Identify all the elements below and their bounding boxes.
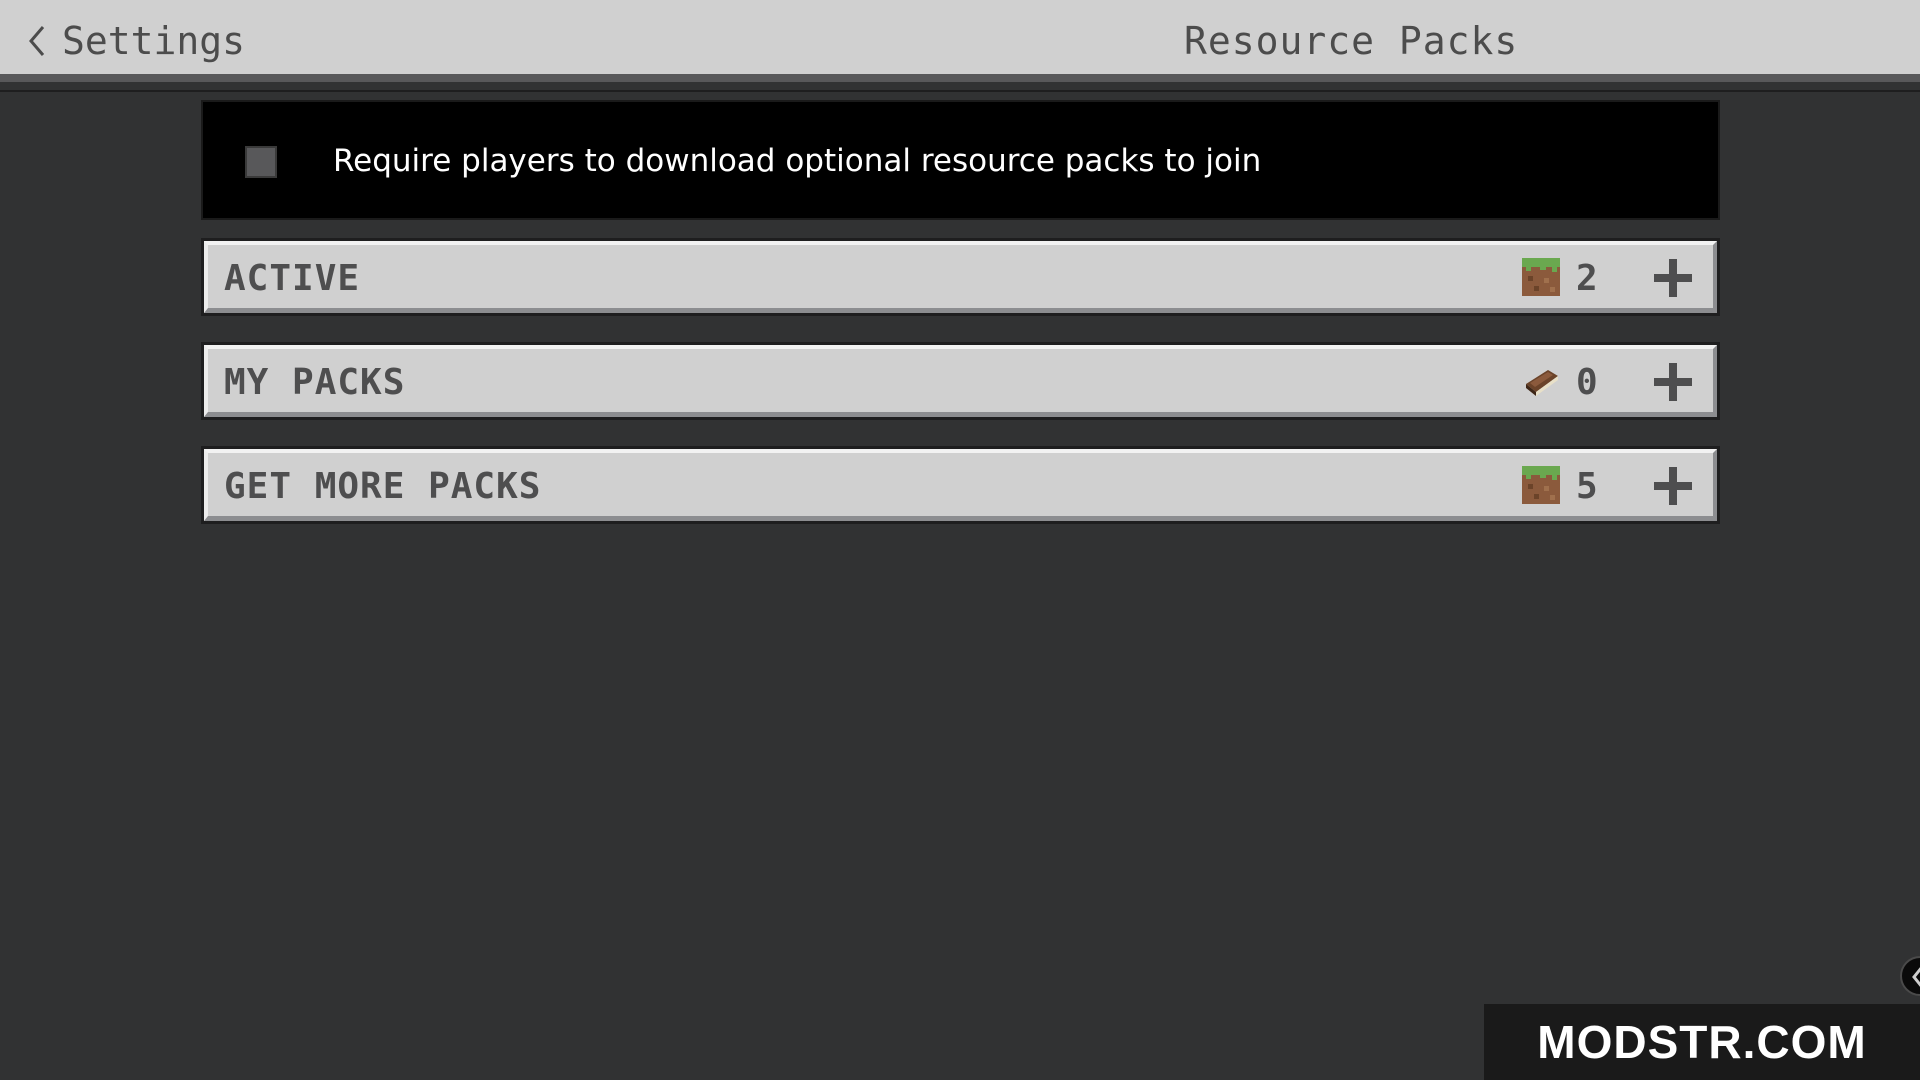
section-title: MY PACKS (224, 362, 406, 403)
side-panel-toggle[interactable] (1900, 956, 1920, 996)
watermark: MODSTR.COM (1484, 1004, 1920, 1080)
back-button-label: Settings (62, 19, 246, 63)
top-bar: Settings Resource Packs (0, 0, 1920, 82)
require-packs-panel: Require players to download optional res… (201, 100, 1720, 220)
plus-icon[interactable] (1652, 361, 1694, 403)
back-button[interactable]: Settings (26, 18, 245, 64)
grass-block-icon (1522, 466, 1560, 504)
require-packs-checkbox[interactable] (245, 146, 277, 178)
page-title: Resource Packs (1184, 19, 1519, 63)
require-packs-label: Require players to download optional res… (333, 143, 1262, 179)
section-count: 0 (1576, 362, 1598, 403)
section-count: 5 (1576, 466, 1598, 507)
section-my-packs[interactable]: MY PACKS 0 (201, 342, 1720, 420)
section-count: 2 (1576, 258, 1598, 299)
section-title: ACTIVE (224, 258, 361, 299)
header-divider (0, 90, 1920, 92)
plus-icon[interactable] (1652, 257, 1694, 299)
section-title: GET MORE PACKS (224, 466, 542, 507)
section-get-more-packs[interactable]: GET MORE PACKS 5 (201, 446, 1720, 524)
plus-icon[interactable] (1652, 465, 1694, 507)
chevron-left-icon (26, 23, 48, 59)
grass-block-icon (1522, 258, 1560, 296)
book-icon (1522, 362, 1560, 400)
section-active[interactable]: ACTIVE 2 (201, 238, 1720, 316)
